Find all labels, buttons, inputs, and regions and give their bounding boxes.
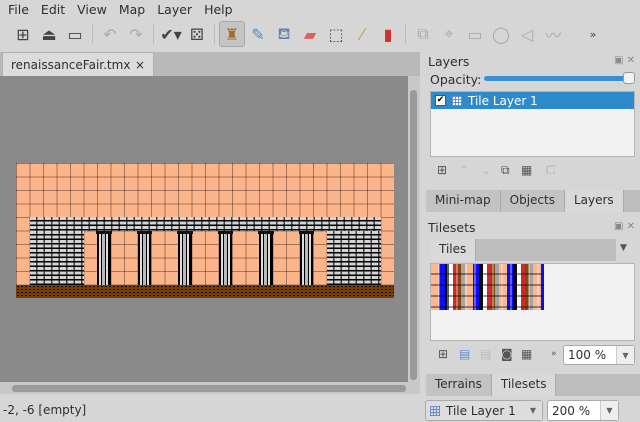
lower-layer-icon[interactable]: ⌄ (481, 163, 491, 177)
random-icon[interactable]: ⚄ (184, 21, 210, 47)
tile-map[interactable] (16, 163, 394, 298)
current-layer-value: Tile Layer 1 (446, 403, 516, 418)
edit-polygons-icon[interactable]: ⌖ (436, 21, 462, 47)
opacity-label: Opacity: (430, 72, 482, 87)
vertical-scroll-thumb[interactable] (410, 90, 417, 380)
separator (405, 24, 406, 44)
terrain-brush-icon[interactable]: ✎ (245, 21, 271, 47)
tab-terrains[interactable]: Terrains (426, 374, 492, 396)
chevron-down-icon[interactable]: ▼ (524, 401, 542, 420)
close-icon[interactable]: × (135, 58, 145, 72)
new-tileset-icon[interactable]: ⊞ (438, 347, 448, 361)
tilesets-panel-title: Tilesets (428, 220, 476, 235)
tileset-tabs: Tiles (430, 239, 616, 261)
map-zoom-combo[interactable]: 200 % ▼ (547, 400, 619, 421)
chevron-down-icon[interactable]: ▼ (600, 401, 618, 420)
pillar (96, 230, 111, 285)
pillar (177, 230, 192, 285)
panel-float-close-icons[interactable]: ▣ ✕ (614, 55, 635, 66)
remove-tileset-icon[interactable]: ▦ (521, 347, 532, 361)
insert-polygon-icon[interactable]: ◁ (514, 21, 540, 47)
tab-mini-map[interactable]: Mini-map (426, 190, 501, 212)
tab-objects[interactable]: Objects (500, 190, 565, 212)
bottom-dock-tabs: Terrains Tilesets (426, 374, 640, 396)
menu-help[interactable]: Help (198, 0, 239, 20)
redo-icon[interactable]: ↷ (123, 21, 149, 47)
rect-select-icon[interactable]: ⬚ (323, 21, 349, 47)
brick-wall-right (326, 230, 381, 285)
layer-visibility-checkbox[interactable]: ✔ (435, 95, 446, 106)
undo-icon[interactable]: ↶ (97, 21, 123, 47)
brick-lintel (29, 217, 381, 231)
map-canvas[interactable] (0, 76, 408, 382)
magic-wand-icon[interactable]: ⁄ (349, 21, 375, 47)
menu-bar: File Edit View Map Layer Help (0, 0, 640, 20)
panel-float-close-icons[interactable]: ▣ ✕ (614, 221, 635, 232)
tab-tilesets[interactable]: Tilesets (491, 374, 557, 396)
insert-ellipse-icon[interactable]: ◯ (488, 21, 514, 47)
chevron-down-icon[interactable]: ▼ (616, 346, 634, 364)
insert-polyline-icon[interactable]: 〰 (540, 21, 566, 47)
tileset-zoom-value: 100 % (568, 348, 607, 362)
insert-rectangle-icon[interactable]: ▭ (462, 21, 488, 47)
add-layer-icon[interactable]: ⊞ (437, 163, 447, 177)
tile-layer-icon (452, 95, 462, 106)
separator (214, 24, 215, 44)
document-tab-label: renaissanceFair.tmx (11, 57, 131, 72)
select-same-tile-icon[interactable]: ▮ (375, 21, 401, 47)
toolbar-overflow-button[interactable]: » (580, 21, 606, 47)
tileset-properties-icon[interactable]: ◙ (501, 347, 513, 361)
map-zoom-value: 200 % (552, 403, 591, 418)
menu-layer[interactable]: Layer (151, 0, 198, 20)
tab-tiles[interactable]: Tiles (430, 239, 477, 261)
tile-layer-icon (430, 405, 440, 416)
layer-row[interactable]: ✔ Tile Layer 1 (431, 92, 634, 109)
tileset-image[interactable] (431, 264, 544, 310)
document-tab[interactable]: renaissanceFair.tmx × (2, 52, 154, 76)
save-icon[interactable]: ▭ (62, 21, 88, 47)
tab-layers[interactable]: Layers (564, 190, 624, 212)
pillar (298, 230, 314, 285)
menu-view[interactable]: View (71, 0, 113, 20)
pillar (217, 230, 233, 285)
raise-layer-icon[interactable]: ⌃ (459, 163, 469, 177)
top-dock-tabs: Mini-map Objects Layers (426, 190, 640, 212)
toolbar: ⊞ ⏏ ▭ ↶ ↷ ✔▾ ⚄ ♜ ✎ ⛾ ▰ ⬚ ⁄ ▮ ⧉ ⌖ ▭ ◯ ◁ 〰… (0, 20, 640, 48)
stamp-brush-icon[interactable]: ♜ (219, 21, 245, 47)
commands-icon[interactable]: ✔▾ (158, 21, 184, 47)
open-icon[interactable]: ⏏ (36, 21, 62, 47)
import-tileset-icon[interactable]: ▤ (459, 347, 470, 361)
layer-name: Tile Layer 1 (468, 93, 538, 108)
status-coords: -2, -6 [empty] (3, 403, 87, 417)
separator (153, 24, 154, 44)
horizontal-scroll-thumb[interactable] (12, 385, 406, 392)
separator (92, 24, 93, 44)
pillar (136, 230, 152, 285)
brick-wall-left (29, 230, 84, 285)
current-layer-combo[interactable]: Tile Layer 1 ▼ (425, 400, 543, 421)
opacity-slider-handle[interactable] (623, 72, 635, 84)
dirt-ground (16, 284, 394, 298)
duplicate-layer-icon[interactable]: ⧉ (501, 163, 510, 178)
new-icon[interactable]: ⊞ (10, 21, 36, 47)
layers-panel-title: Layers (428, 54, 470, 69)
eraser-icon[interactable]: ▰ (297, 21, 323, 47)
select-objects-icon[interactable]: ⧉ (410, 21, 436, 47)
tileset-zoom-combo[interactable]: 100 % ▼ (563, 345, 635, 365)
export-tileset-icon[interactable]: ▤ (480, 347, 491, 361)
tileset-overflow-button[interactable]: » (551, 349, 557, 359)
remove-layer-icon[interactable]: ▦ (521, 163, 532, 177)
pillar (258, 230, 273, 285)
tileset-menu-chevron-icon[interactable]: ▼ (620, 243, 627, 253)
menu-map[interactable]: Map (113, 0, 151, 20)
toggle-other-layers-icon[interactable]: ⧠ (546, 163, 556, 178)
opacity-slider[interactable] (484, 76, 634, 81)
menu-file[interactable]: File (2, 0, 35, 20)
bucket-fill-icon[interactable]: ⛾ (271, 21, 297, 47)
menu-edit[interactable]: Edit (35, 0, 71, 20)
